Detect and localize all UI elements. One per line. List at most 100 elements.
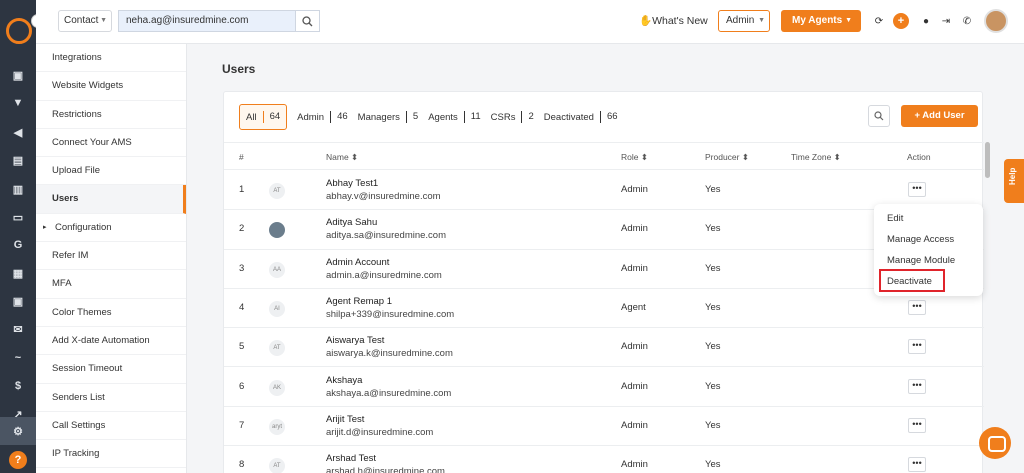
- settings-nav-label: Connect Your AMS: [52, 136, 132, 148]
- contacts-icon[interactable]: ▣: [9, 66, 27, 84]
- settings-nav-label: Restrictions: [52, 108, 102, 120]
- chat-bubble-icon[interactable]: [979, 427, 1011, 459]
- phone-icon[interactable]: ✆: [960, 14, 974, 28]
- column-time-zone[interactable]: Time Zone ⬍: [791, 143, 841, 171]
- filter-tab-count: 66: [599, 111, 618, 123]
- google-icon[interactable]: G: [9, 236, 27, 254]
- refresh-icon[interactable]: ⟳: [872, 14, 886, 28]
- user-producer: Yes: [705, 262, 721, 274]
- user-name[interactable]: Arijit Test: [326, 414, 364, 425]
- settings-nav-item[interactable]: Add X-date Automation: [36, 327, 186, 356]
- role-select[interactable]: Admin ▼: [718, 10, 770, 32]
- more-actions-button[interactable]: •••: [908, 339, 926, 355]
- settings-nav-item[interactable]: Upload File: [36, 157, 186, 186]
- user-producer: Yes: [705, 184, 721, 195]
- filter-tab[interactable]: Managers 5: [358, 104, 418, 130]
- folder-icon[interactable]: ▭: [9, 208, 27, 226]
- bell-icon[interactable]: ●: [919, 14, 933, 28]
- more-actions-button[interactable]: •••: [908, 417, 926, 433]
- signature-icon[interactable]: ~: [9, 349, 27, 367]
- settings-nav-item[interactable]: Color Themes: [36, 299, 186, 327]
- filter-tab[interactable]: All 64: [239, 104, 288, 130]
- chevron-down-icon: ▼: [100, 17, 107, 24]
- settings-nav-item[interactable]: Call Settings: [36, 412, 186, 441]
- user-name[interactable]: Agent Remap 1: [326, 296, 392, 307]
- settings-nav-item[interactable]: IP Tracking: [36, 440, 186, 469]
- sheet-icon[interactable]: ▦: [9, 264, 27, 282]
- menu-item-manage-module[interactable]: Manage Module: [887, 255, 955, 266]
- settings-nav-item[interactable]: Restrictions: [36, 101, 186, 129]
- search-button[interactable]: [295, 10, 320, 32]
- settings-nav-item[interactable]: Refer IM: [36, 242, 186, 271]
- settings-gear-icon[interactable]: ⚙: [0, 417, 36, 445]
- table-row[interactable]: 7 aryt Arijit Test arijit.d@insuredmine.com…: [224, 407, 984, 447]
- user-name[interactable]: Arshad Test: [326, 453, 376, 464]
- filter-tab[interactable]: Agents 11: [428, 104, 481, 130]
- logout-icon[interactable]: ⇥: [939, 14, 953, 28]
- settings-nav-label: MFA: [52, 278, 72, 290]
- mail-icon[interactable]: ✉: [9, 320, 27, 338]
- settings-nav-label: Refer IM: [52, 250, 89, 262]
- calendar-icon[interactable]: ▣: [9, 292, 27, 310]
- settings-nav-label: Senders List: [52, 391, 105, 403]
- row-number: 8: [239, 459, 245, 471]
- action-menu: Edit Manage Access Manage Module Deactiv…: [874, 204, 983, 296]
- settings-nav-item[interactable]: Website Widgets: [36, 72, 186, 101]
- table-row[interactable]: 1 AT Abhay Test1 abhay.v@insuredmine.com Adm…: [224, 171, 984, 211]
- more-actions-button[interactable]: •••: [908, 457, 926, 473]
- menu-item-deactivate[interactable]: Deactivate: [887, 276, 932, 287]
- dollar-icon[interactable]: $: [9, 377, 27, 395]
- users-card: All 64 Admin 46 Managers 5 Agents 11 CSRs 2 Deacti…: [223, 91, 984, 473]
- help-tab-label: Help: [1008, 167, 1017, 185]
- funnel-icon[interactable]: ▼: [9, 94, 27, 112]
- more-actions-button[interactable]: •••: [908, 299, 926, 315]
- add-plus-icon[interactable]: +: [893, 13, 909, 29]
- whats-new-link[interactable]: ✋What's New: [639, 14, 708, 27]
- user-name[interactable]: Aditya Sahu: [326, 217, 377, 228]
- column-role[interactable]: Role ⬍: [621, 143, 648, 171]
- settings-nav-label: Add X-date Automation: [52, 334, 150, 346]
- settings-nav-item[interactable]: Connect Your AMS: [36, 129, 186, 158]
- filter-tab[interactable]: Admin 46: [297, 104, 348, 130]
- document-icon[interactable]: ▤: [9, 151, 27, 169]
- menu-item-manage-access[interactable]: Manage Access: [887, 234, 954, 245]
- more-actions-button[interactable]: •••: [908, 378, 926, 394]
- user-name[interactable]: Admin Account: [326, 257, 389, 268]
- avatar: [269, 222, 285, 239]
- settings-nav-item[interactable]: MFA: [36, 270, 186, 299]
- user-name[interactable]: Abhay Test1: [326, 178, 378, 189]
- table-row[interactable]: 8 AT Arshad Test arshad.h@insuredmine.com Ad…: [224, 446, 984, 473]
- user-name[interactable]: Akshaya: [326, 375, 362, 386]
- scrollbar-thumb[interactable]: [985, 142, 990, 178]
- table-row[interactable]: 3 AA Admin Account admin.a@insuredmine.com A…: [224, 250, 984, 289]
- settings-nav-item[interactable]: ▸ Configuration: [36, 214, 186, 243]
- chart-icon[interactable]: ▥: [9, 180, 27, 198]
- settings-nav-item[interactable]: Senders List: [36, 384, 186, 412]
- settings-nav-label: Color Themes: [52, 306, 112, 318]
- table-row[interactable]: 2 Aditya Sahu aditya.sa@insuredmine.com Adm…: [224, 210, 984, 250]
- table-row[interactable]: 4 AI Agent Remap 1 shilpa+339@insuredmine.c…: [224, 289, 984, 329]
- settings-nav-item[interactable]: Session Timeout: [36, 355, 186, 384]
- my-agents-button[interactable]: My Agents ▼: [781, 10, 861, 32]
- search-input[interactable]: neha.ag@insuredmine.com: [118, 10, 295, 32]
- filter-tab[interactable]: CSRs 2: [491, 104, 534, 130]
- add-user-button[interactable]: + Add User: [901, 105, 978, 127]
- user-search-button[interactable]: [868, 105, 890, 127]
- help-tab[interactable]: Help: [1004, 159, 1024, 203]
- settings-nav-item[interactable]: Integrations: [36, 44, 186, 73]
- filter-tab[interactable]: Deactivated 66: [544, 104, 618, 130]
- column-name[interactable]: Name ⬍: [326, 143, 358, 171]
- help-question-icon[interactable]: ?: [9, 451, 27, 469]
- megaphone-icon[interactable]: ◀: [9, 123, 27, 141]
- search-scope-select[interactable]: Contact ▼: [58, 10, 112, 32]
- more-actions-button[interactable]: •••: [908, 182, 926, 197]
- user-avatar[interactable]: [984, 9, 1008, 33]
- settings-nav-item[interactable]: Users: [36, 185, 186, 214]
- user-name[interactable]: Aiswarya Test: [326, 335, 384, 346]
- table-row[interactable]: 6 AK Akshaya akshaya.a@insuredmine.com Admin…: [224, 368, 984, 407]
- table-row[interactable]: 5 AT Aiswarya Test aiswarya.k@insuredmine.c…: [224, 328, 984, 368]
- column-producer[interactable]: Producer ⬍: [705, 143, 749, 171]
- whats-new-label: What's New: [652, 15, 708, 27]
- insuredmine-logo[interactable]: [6, 18, 32, 44]
- menu-item-edit[interactable]: Edit: [887, 213, 903, 224]
